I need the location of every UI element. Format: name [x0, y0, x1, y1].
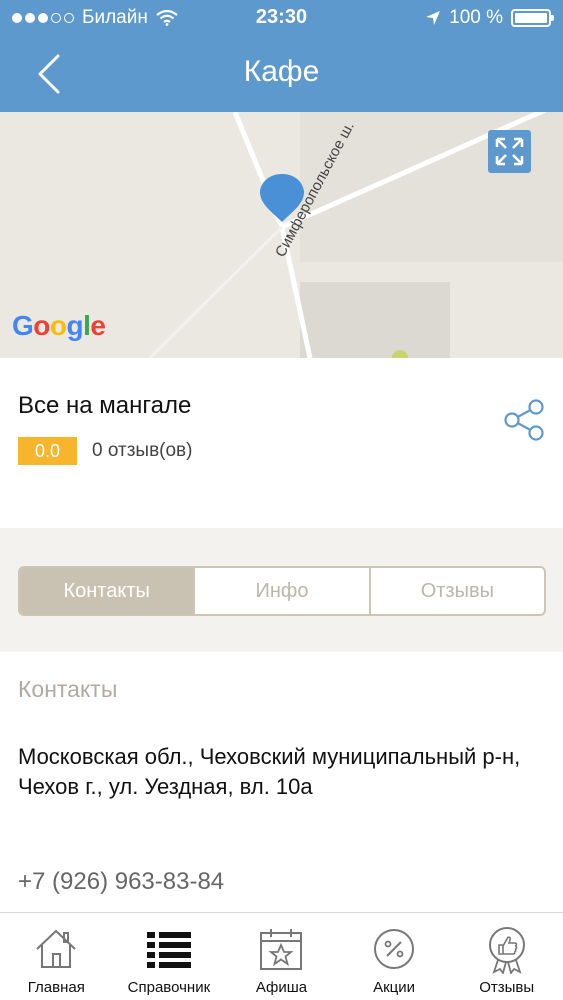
nav-item-reviews[interactable]: Отзывы [450, 913, 563, 1000]
calendar-star-icon [260, 929, 303, 970]
nav-item-directory[interactable]: Справочник [113, 913, 226, 1000]
segmented-tabs: Контакты Инфо Отзывы [18, 566, 546, 616]
list-icon [146, 932, 191, 968]
place-name: Все на мангале [18, 392, 192, 419]
nav-label-home: Главная [27, 979, 85, 996]
percent-icon [374, 929, 415, 969]
thumbs-up-badge-icon [488, 927, 525, 974]
nav-item-events[interactable]: Афиша [225, 913, 338, 1000]
nav-label-directory: Справочник [127, 979, 211, 996]
nav-item-promos[interactable]: Акции [338, 913, 451, 1000]
expand-icon [495, 137, 524, 166]
nav-label-events: Афиша [255, 979, 308, 996]
battery-label: 100 % [449, 7, 503, 28]
top-bar: Билайн 23:30 100 % Кафе [0, 0, 563, 112]
share-icon [504, 399, 544, 441]
nav-item-home[interactable]: Главная [0, 913, 113, 1000]
nav-label-promos: Акции [373, 979, 416, 996]
reviews-count[interactable]: 0 отзыв(ов) [92, 440, 192, 462]
battery-icon [511, 9, 554, 27]
phone-link[interactable]: +7 (926) 963-83-84 [18, 868, 224, 896]
tab-contacts[interactable]: Контакты [20, 568, 196, 614]
home-icon [36, 929, 76, 968]
tab-reviews[interactable]: Отзывы [371, 568, 544, 614]
rating-badge: 0.0 [18, 437, 77, 465]
share-button[interactable] [500, 396, 548, 444]
tab-info[interactable]: Инфо [195, 568, 371, 614]
location-arrow-icon [426, 11, 441, 25]
status-bar: Билайн 23:30 100 % [0, 0, 563, 38]
google-logo: Google [12, 310, 106, 341]
place-card [0, 358, 563, 528]
contacts-title: Контакты [18, 676, 118, 702]
page-title: Кафе [243, 55, 320, 88]
nav-label-reviews: Отзывы [479, 979, 535, 996]
expand-map-button[interactable] [488, 130, 531, 173]
status-right: 100 % [425, 7, 554, 29]
address-text: Московская обл., Чеховский муниципальный… [18, 744, 521, 799]
bottom-nav: Главная Справочник Афиша Акции Отзывы [0, 912, 563, 1000]
